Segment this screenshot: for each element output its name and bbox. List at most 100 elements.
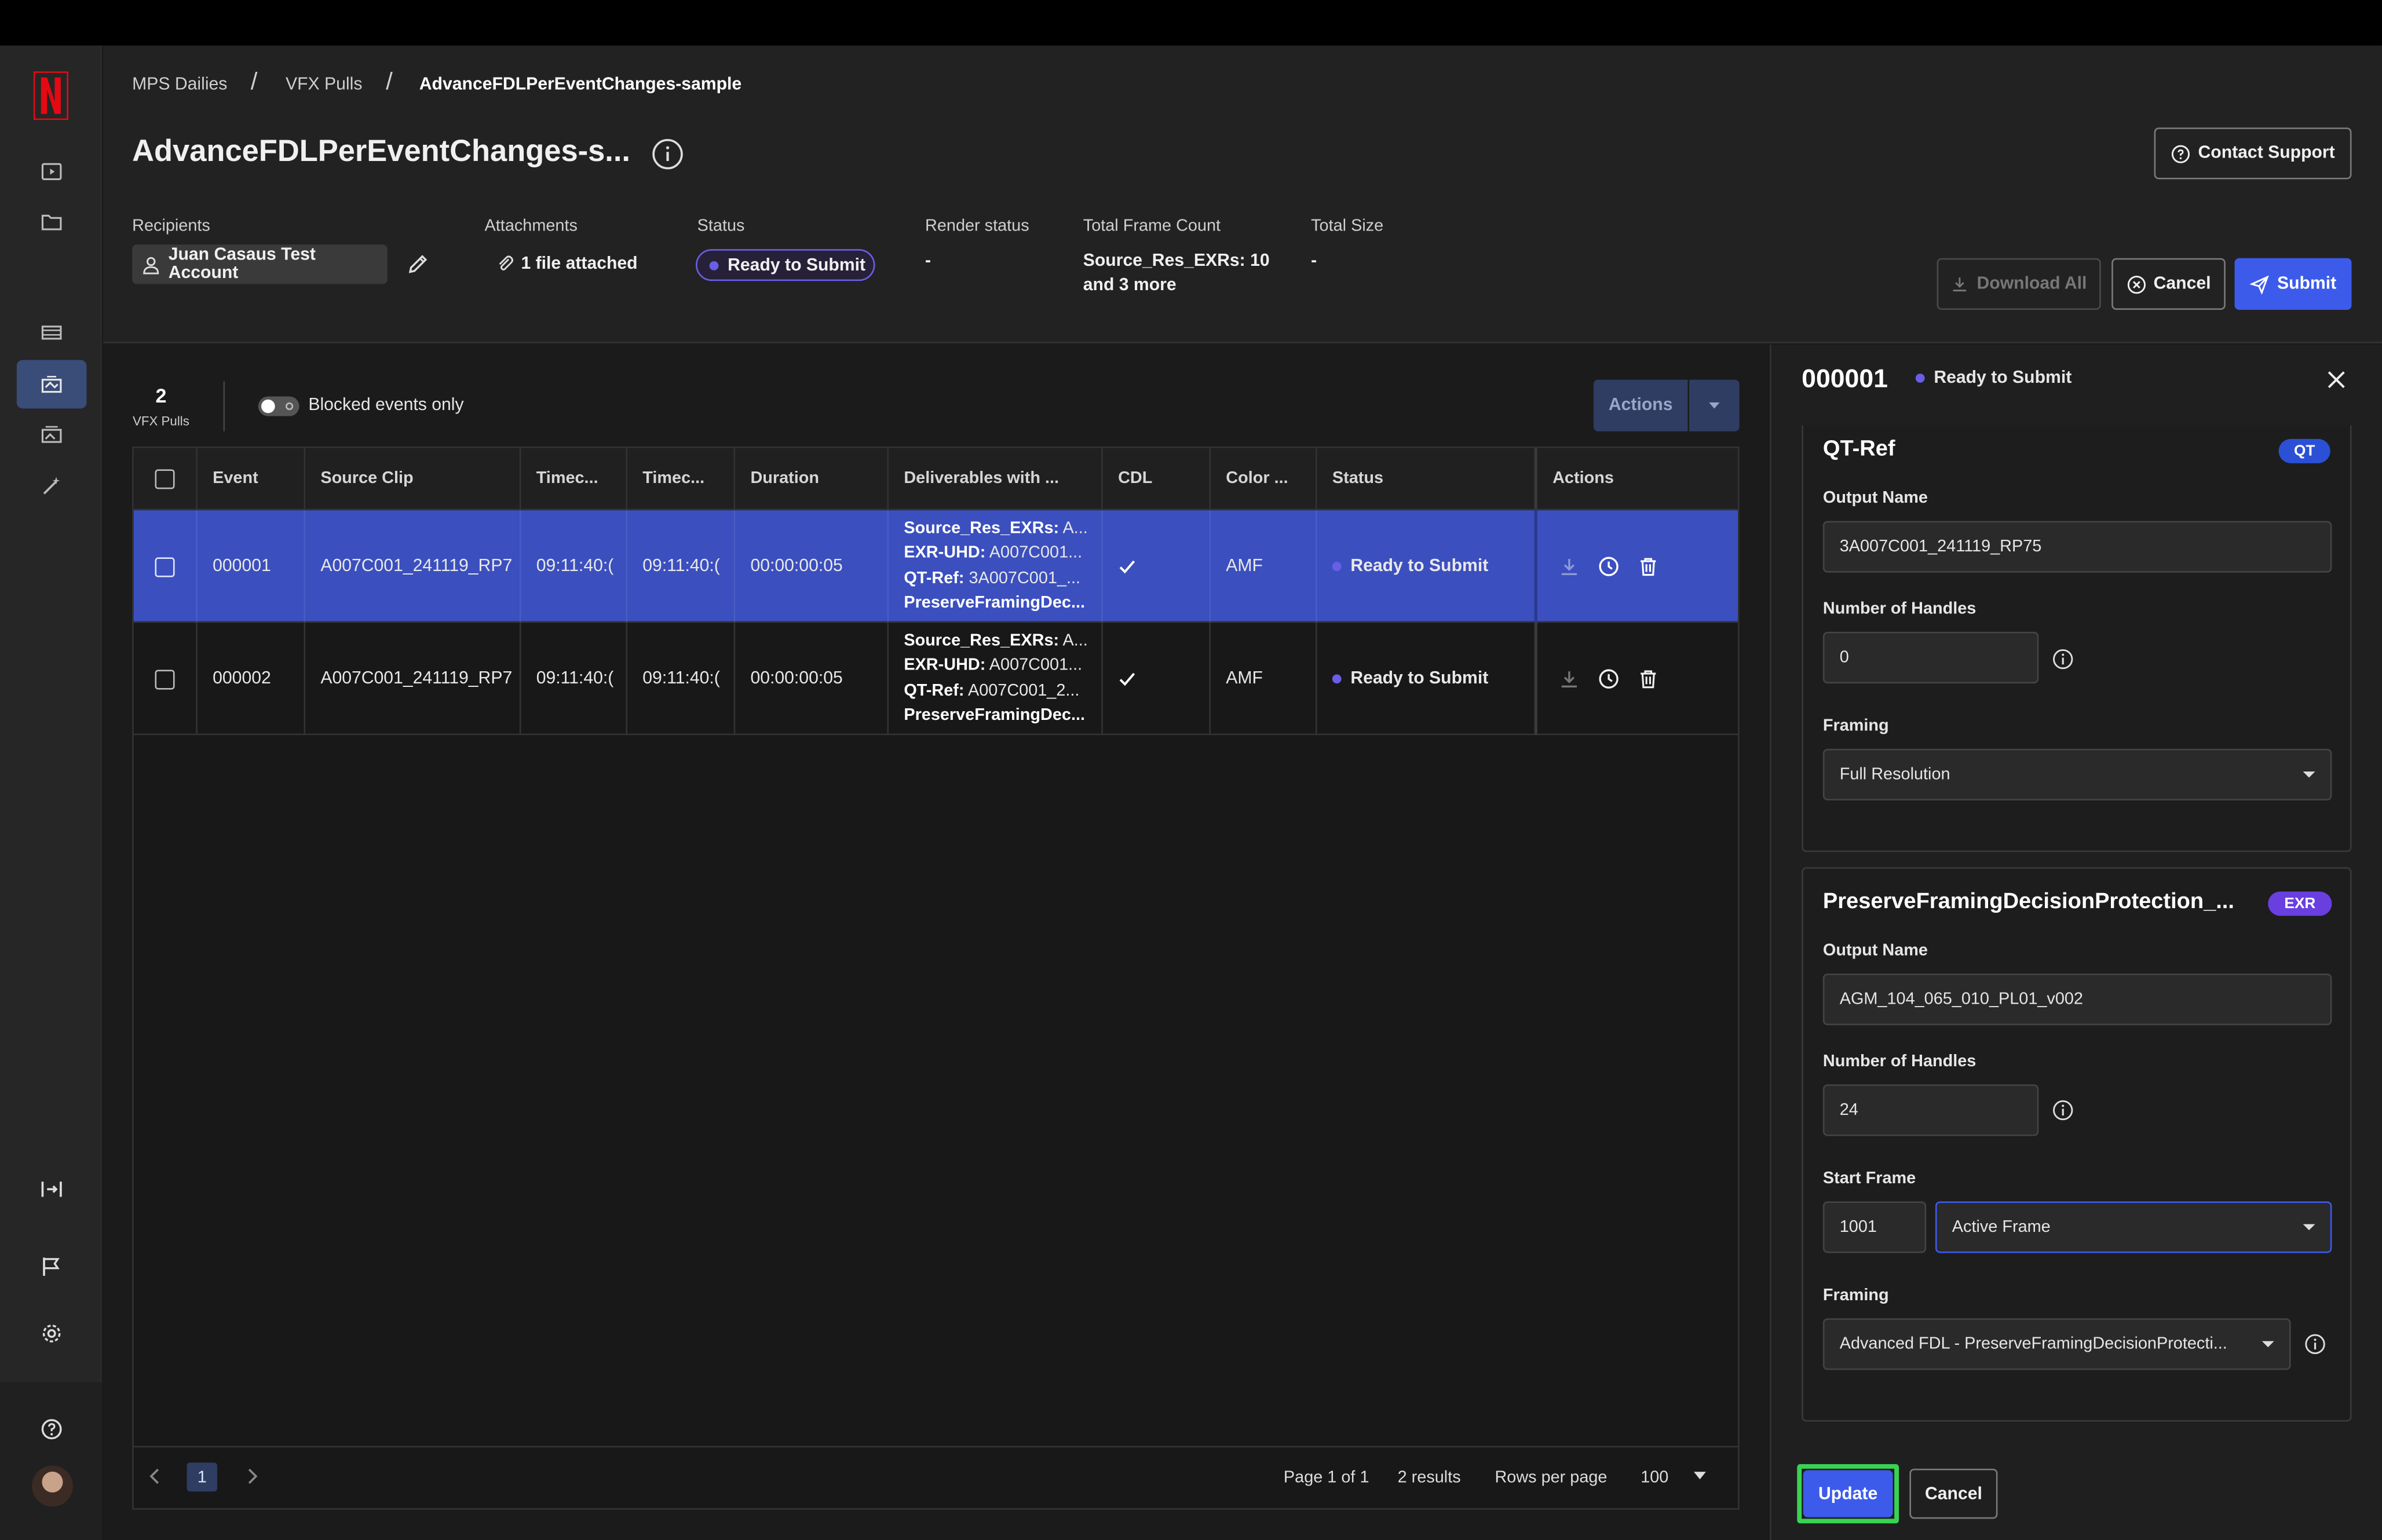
recipients-label: Recipients <box>132 217 210 236</box>
actions-dropdown-button[interactable] <box>1689 379 1740 431</box>
download-icon[interactable] <box>1559 668 1580 690</box>
history-clock-icon[interactable] <box>1598 556 1620 577</box>
app-root: MPS Dailies / VFX Pulls / AdvanceFDLPerE… <box>0 0 2382 1540</box>
play-icon[interactable] <box>34 153 70 190</box>
render-status-value: - <box>925 252 931 270</box>
breadcrumb-separator: / <box>386 69 393 96</box>
user-avatar[interactable] <box>32 1465 73 1507</box>
column-header-deliverables[interactable]: Deliverables with ... <box>889 448 1103 511</box>
flag-icon[interactable] <box>34 1249 70 1285</box>
film-strip-icon[interactable] <box>34 314 70 351</box>
pull-count-label: VFX Pulls <box>133 413 189 429</box>
close-icon[interactable] <box>2326 369 2347 390</box>
source-clip-cell: A007C001_241119_RP7 <box>305 510 521 623</box>
panel-cancel-button[interactable]: Cancel <box>1909 1468 1998 1519</box>
results-count: 2 results <box>1397 1468 1461 1487</box>
framing-value: Full Resolution <box>1839 765 1950 784</box>
deliverable-name: EXR-UHD: <box>904 543 986 562</box>
handles-input[interactable]: 24 <box>1822 1084 2039 1136</box>
cdl-cell <box>1103 510 1211 623</box>
output-name-input[interactable]: AGM_104_065_010_PL01_v002 <box>1822 973 2332 1026</box>
info-icon[interactable] <box>652 138 684 170</box>
breadcrumb-current: AdvanceFDLPerEventChanges-sample <box>419 76 742 94</box>
contact-support-label: Contact Support <box>2198 144 2335 163</box>
header-cancel-button[interactable]: Cancel <box>2111 258 2226 310</box>
folder-icon[interactable] <box>34 203 70 240</box>
card-title: PreserveFramingDecisionProtection_... <box>1822 890 2234 915</box>
history-clock-icon[interactable] <box>1598 668 1620 690</box>
page-info: Page 1 of 1 <box>1283 1468 1369 1487</box>
breadcrumb-vfx-pulls[interactable]: VFX Pulls <box>286 76 362 94</box>
column-header-color[interactable]: Color ... <box>1211 448 1317 511</box>
column-header-timecode-in[interactable]: Timec... <box>521 448 628 511</box>
framing-select[interactable]: Full Resolution <box>1822 748 2332 801</box>
deliverable-name: Source_Res_EXRs: <box>904 518 1060 537</box>
status-cell: Ready to Submit <box>1317 623 1537 736</box>
color-cell: AMF <box>1211 510 1317 623</box>
rows-per-page-select[interactable]: 100 <box>1630 1459 1715 1493</box>
vfx-pulls-nav-icon[interactable] <box>16 360 87 409</box>
cdl-cell <box>1103 623 1211 736</box>
trash-icon[interactable] <box>1638 668 1659 690</box>
update-button[interactable]: Update <box>1803 1470 1893 1517</box>
recipient-chip[interactable]: Juan Casaus Test Account <box>132 244 388 284</box>
deliverable-value: A007C001... <box>985 656 1083 675</box>
next-page-icon[interactable] <box>244 1467 260 1485</box>
user-icon <box>143 256 159 274</box>
download-all-button[interactable]: Download All <box>1937 258 2101 310</box>
submit-button[interactable]: Submit <box>2234 258 2352 310</box>
actions-button[interactable]: Actions <box>1593 379 1688 431</box>
frame-count-label: Total Frame Count <box>1083 217 1221 236</box>
deliverable-line: PreserveFramingDec... <box>904 592 1085 616</box>
info-icon[interactable] <box>2052 1100 2074 1121</box>
contact-support-button[interactable]: Contact Support <box>2154 127 2352 180</box>
card-title: QT-Ref <box>1822 437 1895 462</box>
page-number-button[interactable]: 1 <box>187 1462 218 1492</box>
status-badge: Ready to Submit <box>696 249 875 281</box>
row-checkbox[interactable] <box>155 557 175 577</box>
handles-label: Number of Handles <box>1822 599 1977 619</box>
column-header-status[interactable]: Status <box>1317 448 1537 511</box>
column-header-timecode-out[interactable]: Timec... <box>627 448 736 511</box>
info-icon[interactable] <box>2304 1333 2326 1355</box>
column-header-duration[interactable]: Duration <box>735 448 889 511</box>
edit-pencil-icon[interactable] <box>405 252 430 276</box>
start-frame-mode-select[interactable]: Active Frame <box>1935 1201 2332 1253</box>
checkmark-icon <box>1119 672 1135 686</box>
column-header-source-clip[interactable]: Source Clip <box>305 448 521 511</box>
info-icon[interactable] <box>2052 649 2074 670</box>
source-clip-cell: A007C001_241119_RP7 <box>305 623 521 736</box>
settings-gear-icon[interactable] <box>34 1315 70 1352</box>
trash-icon[interactable] <box>1638 556 1659 577</box>
column-header-cdl[interactable]: CDL <box>1102 448 1211 511</box>
help-icon[interactable] <box>34 1411 70 1447</box>
media-stack-icon[interactable] <box>34 416 70 453</box>
table-row[interactable]: 000001 A007C001_241119_RP7 09:11:40:( 09… <box>133 510 1738 623</box>
paperclip-icon <box>499 255 513 270</box>
row-select-cell <box>134 623 198 736</box>
collapse-sidebar-icon[interactable] <box>34 1171 70 1208</box>
deliverable-line: Source_Res_EXRs: A... <box>904 517 1088 541</box>
blocked-events-toggle[interactable] <box>258 396 299 416</box>
magic-wand-icon[interactable] <box>34 468 70 504</box>
row-checkbox[interactable] <box>155 669 175 689</box>
event-cell: 000002 <box>198 623 306 736</box>
header-cancel-label: Cancel <box>2153 275 2211 294</box>
handles-input[interactable]: 0 <box>1822 631 2039 684</box>
netflix-logo-icon[interactable] <box>33 71 69 120</box>
frame-count-line1: Source_Res_EXRs: 10 <box>1083 252 1270 270</box>
breadcrumb-mps-dailies[interactable]: MPS Dailies <box>132 76 227 94</box>
frame-count-line2[interactable]: and 3 more <box>1083 276 1177 294</box>
select-all-checkbox[interactable] <box>155 469 175 489</box>
download-icon[interactable] <box>1559 556 1580 577</box>
deliverable-line: QT-Ref: 3A007C001_... <box>904 567 1080 591</box>
deliverable-value: A... <box>1059 631 1088 650</box>
start-frame-input[interactable]: 1001 <box>1822 1201 1927 1253</box>
chevron-down-icon <box>1709 402 1720 409</box>
framing-select[interactable]: Advanced FDL - PreserveFramingDecisionPr… <box>1822 1318 2291 1370</box>
previous-page-icon[interactable] <box>147 1467 162 1485</box>
output-name-input[interactable]: 3A007C001_241119_RP75 <box>1822 521 2332 573</box>
table-row[interactable]: 000002 A007C001_241119_RP7 09:11:40:( 09… <box>133 623 1738 736</box>
attachments-link[interactable]: 1 file attached <box>495 254 638 273</box>
column-header-event[interactable]: Event <box>197 448 306 511</box>
